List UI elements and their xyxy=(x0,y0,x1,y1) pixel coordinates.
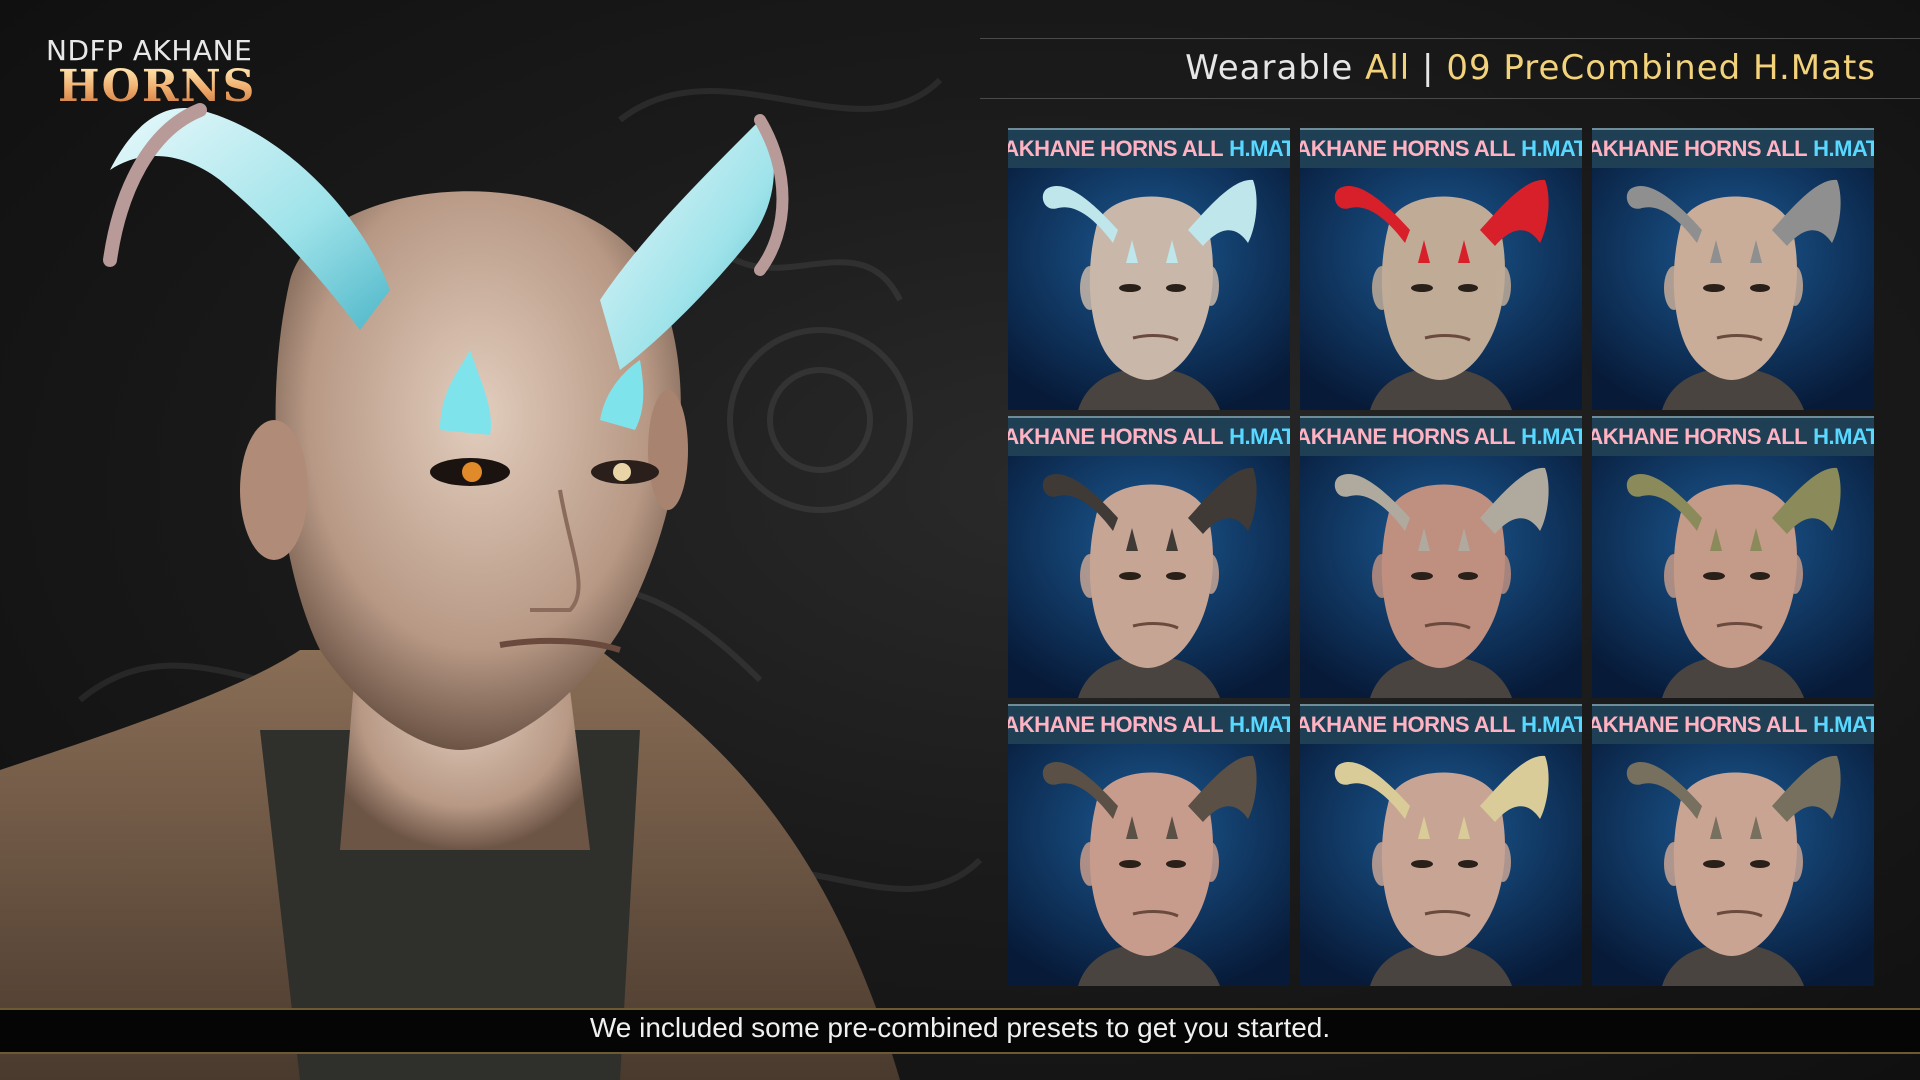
preset-tile-label: AKHANE HORNS ALL H.MAT xyxy=(1300,416,1582,456)
preset-label-accent: H.MAT xyxy=(1813,424,1874,449)
preset-label-accent: H.MAT xyxy=(1521,424,1582,449)
preset-thumbnail xyxy=(1008,456,1290,698)
preset-tile-label: AKHANE HORNS ALL H.MAT xyxy=(1300,128,1582,168)
preset-label-accent: H.MAT xyxy=(1229,424,1290,449)
page-title: Wearable All | 09 PreCombined H.Mats xyxy=(1185,48,1876,88)
preset-label-main: AKHANE HORNS ALL xyxy=(1300,712,1516,737)
preset-thumbnail xyxy=(1592,456,1874,698)
main-portrait xyxy=(0,103,900,1080)
preset-label-accent: H.MAT xyxy=(1813,136,1874,161)
preset-label-accent: H.MAT xyxy=(1521,136,1582,161)
header-rule-bottom xyxy=(980,98,1920,99)
preset-label-main: AKHANE HORNS ALL xyxy=(1592,424,1808,449)
preset-tile[interactable]: AKHANE HORNS ALL H.MAT xyxy=(1592,128,1874,410)
preset-thumbnail xyxy=(1592,168,1874,410)
preset-label-accent: H.MAT xyxy=(1229,712,1290,737)
preset-thumbnail xyxy=(1592,744,1874,986)
preset-tile[interactable]: AKHANE HORNS ALL H.MAT xyxy=(1592,416,1874,698)
header-rule-top xyxy=(980,38,1920,39)
preset-tile-label: AKHANE HORNS ALL H.MAT xyxy=(1592,416,1874,456)
preset-label-main: AKHANE HORNS ALL xyxy=(1008,712,1224,737)
title-word-wearable: Wearable xyxy=(1185,48,1354,88)
preset-tile[interactable]: AKHANE HORNS ALL H.MAT xyxy=(1300,704,1582,986)
preset-label-accent: H.MAT xyxy=(1813,712,1874,737)
preset-label-main: AKHANE HORNS ALL xyxy=(1300,424,1516,449)
preset-tile-label: AKHANE HORNS ALL H.MAT xyxy=(1008,704,1290,744)
title-word-all: All xyxy=(1365,48,1411,88)
preset-tile[interactable]: AKHANE HORNS ALL H.MAT xyxy=(1592,704,1874,986)
preset-tile-label: AKHANE HORNS ALL H.MAT xyxy=(1592,704,1874,744)
preset-tile-label: AKHANE HORNS ALL H.MAT xyxy=(1008,416,1290,456)
preset-tile[interactable]: AKHANE HORNS ALL H.MAT xyxy=(1300,128,1582,410)
preset-label-main: AKHANE HORNS ALL xyxy=(1592,712,1808,737)
caption-text: We included some pre-combined presets to… xyxy=(589,1012,1331,1043)
title-rest: 09 PreCombined H.Mats xyxy=(1446,48,1876,88)
preset-thumbnail xyxy=(1300,168,1582,410)
preset-thumbnail xyxy=(1300,744,1582,986)
preset-label-main: AKHANE HORNS ALL xyxy=(1008,136,1224,161)
preset-thumbnail xyxy=(1008,744,1290,986)
preset-thumbnail xyxy=(1300,456,1582,698)
preset-label-main: AKHANE HORNS ALL xyxy=(1300,136,1516,161)
preset-tile[interactable]: AKHANE HORNS ALL H.MAT xyxy=(1300,416,1582,698)
preset-tile[interactable]: AKHANE HORNS ALL H.MAT xyxy=(1008,416,1290,698)
preset-thumbnail xyxy=(1008,168,1290,410)
title-separator: | xyxy=(1422,48,1435,88)
preset-label-main: AKHANE HORNS ALL xyxy=(1592,136,1808,161)
preset-label-accent: H.MAT xyxy=(1521,712,1582,737)
preset-tile[interactable]: AKHANE HORNS ALL H.MAT xyxy=(1008,128,1290,410)
preset-tile[interactable]: AKHANE HORNS ALL H.MAT xyxy=(1008,704,1290,986)
preset-label-accent: H.MAT xyxy=(1229,136,1290,161)
preset-grid: AKHANE HORNS ALL H.MAT AKHANE HORNS ALL H.M… xyxy=(1008,128,1874,986)
preset-tile-label: AKHANE HORNS ALL H.MAT xyxy=(1592,128,1874,168)
preset-label-main: AKHANE HORNS ALL xyxy=(1008,424,1224,449)
preset-tile-label: AKHANE HORNS ALL H.MAT xyxy=(1008,128,1290,168)
preset-tile-label: AKHANE HORNS ALL H.MAT xyxy=(1300,704,1582,744)
